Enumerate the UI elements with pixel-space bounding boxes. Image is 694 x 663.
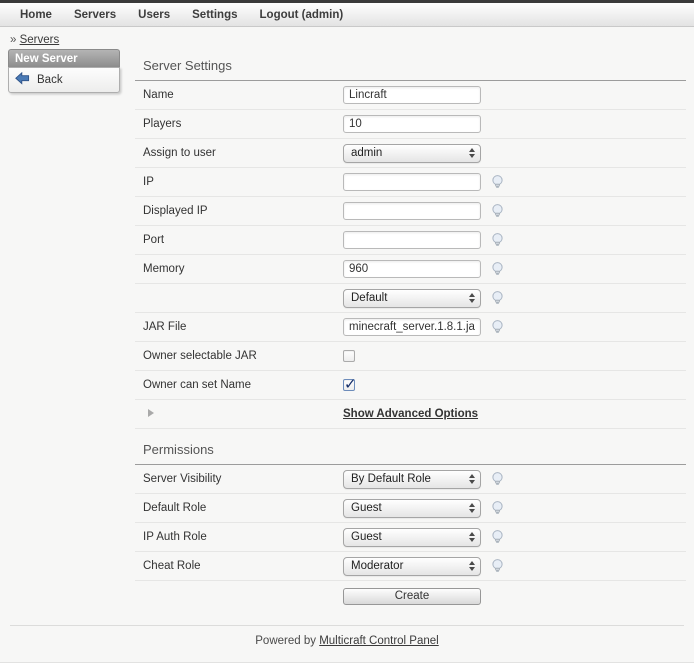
form-row-jar-file: JAR File (135, 313, 686, 342)
multicraft-link[interactable]: Multicraft Control Panel (319, 635, 439, 647)
field-label-ip: IP (143, 176, 343, 188)
players-input[interactable] (343, 115, 481, 133)
field-label-ip-auth-role: IP Auth Role (143, 531, 343, 543)
select-stepper-icon (469, 145, 475, 161)
form-row-jar-preset: Default (135, 284, 686, 313)
help-bulb-icon[interactable] (491, 472, 504, 486)
form-row-memory: Memory (135, 255, 686, 284)
form-row-ip: IP (135, 168, 686, 197)
default-role-select[interactable]: Guest (343, 499, 481, 518)
field-label-cheat-role: Cheat Role (143, 560, 343, 572)
select-stepper-icon (469, 290, 475, 306)
ip-auth-role-selected-value: Guest (351, 531, 382, 543)
form-row-displayed-ip: Displayed IP (135, 197, 686, 226)
breadcrumb-separator: » (10, 34, 16, 46)
owner-can-set-name-checkbox[interactable] (343, 379, 355, 391)
form-row-name: Name (135, 81, 686, 110)
help-bulb-icon[interactable] (491, 320, 504, 334)
displayed-ip-input[interactable] (343, 202, 481, 220)
jar-file-input[interactable] (343, 318, 481, 336)
field-label-displayed-ip: Displayed IP (143, 205, 343, 217)
help-bulb-icon[interactable] (491, 262, 504, 276)
field-label-server-visibility: Server Visibility (143, 473, 343, 485)
form-row-default-role: Default Role Guest (135, 494, 686, 523)
nav-item-home[interactable]: Home (9, 9, 63, 21)
form-row-ip-auth-role: IP Auth Role Guest (135, 523, 686, 552)
memory-input[interactable] (343, 260, 481, 278)
help-bulb-icon[interactable] (491, 501, 504, 515)
field-label-port: Port (143, 234, 343, 246)
field-label-players: Players (143, 118, 343, 130)
form-row-port: Port (135, 226, 686, 255)
default-role-selected-value: Guest (351, 502, 382, 514)
form-row-server-visibility: Server Visibility By Default Role (135, 465, 686, 494)
field-label-memory: Memory (143, 263, 343, 275)
field-label-default-role: Default Role (143, 502, 343, 514)
jar-preset-select[interactable]: Default (343, 289, 481, 308)
sidebar-title: New Server (8, 49, 120, 67)
form-row-assign-to-user: Assign to user admin (135, 139, 686, 168)
nav-item-settings[interactable]: Settings (181, 9, 248, 21)
server-visibility-select[interactable]: By Default Role (343, 470, 481, 489)
section-title-permissions: Permissions (143, 442, 686, 457)
owner-selectable-jar-checkbox[interactable] (343, 350, 355, 362)
form-row-advanced-options: Show Advanced Options (135, 400, 686, 429)
name-input[interactable] (343, 86, 481, 104)
footer: Powered by Multicraft Control Panel (0, 626, 694, 647)
port-input[interactable] (343, 231, 481, 249)
form-row-create: Create (135, 581, 686, 611)
collapsed-triangle-icon[interactable] (148, 409, 158, 417)
create-button[interactable]: Create (343, 588, 481, 605)
help-bulb-icon[interactable] (491, 559, 504, 573)
select-stepper-icon (469, 529, 475, 545)
jar-preset-selected-value: Default (351, 292, 387, 304)
cheat-role-select[interactable]: Moderator (343, 557, 481, 576)
sidebar-item-back[interactable]: Back (15, 71, 113, 89)
main-content: Server Settings Name Players Assign to u… (135, 49, 686, 611)
select-stepper-icon (469, 500, 475, 516)
form-row-players: Players (135, 110, 686, 139)
ip-auth-role-select[interactable]: Guest (343, 528, 481, 547)
select-stepper-icon (469, 558, 475, 574)
field-label-owner-can-set-name: Owner can set Name (143, 379, 343, 391)
sidebar: New Server Back (8, 49, 120, 93)
server-visibility-selected-value: By Default Role (351, 473, 431, 485)
field-label-name: Name (143, 89, 343, 101)
breadcrumb: » Servers (0, 27, 694, 49)
breadcrumb-link-servers[interactable]: Servers (20, 34, 60, 46)
help-bulb-icon[interactable] (491, 175, 504, 189)
field-label-assign-to-user: Assign to user (143, 147, 343, 159)
assign-to-user-select[interactable]: admin (343, 144, 481, 163)
nav-item-users[interactable]: Users (127, 9, 181, 21)
form-row-owner-can-set-name: Owner can set Name (135, 371, 686, 400)
assign-to-user-selected-value: admin (351, 147, 382, 159)
help-bulb-icon[interactable] (491, 204, 504, 218)
nav-item-logout[interactable]: Logout (admin) (249, 9, 355, 21)
help-bulb-icon[interactable] (491, 233, 504, 247)
back-arrow-icon (15, 72, 30, 88)
help-bulb-icon[interactable] (491, 291, 504, 305)
top-nav-bar: Home Servers Users Settings Logout (admi… (0, 0, 694, 27)
cheat-role-selected-value: Moderator (351, 560, 403, 572)
ip-input[interactable] (343, 173, 481, 191)
field-label-jar-file: JAR File (143, 321, 343, 333)
nav-item-servers[interactable]: Servers (63, 9, 127, 21)
show-advanced-options-link[interactable]: Show Advanced Options (343, 408, 478, 420)
help-bulb-icon[interactable] (491, 530, 504, 544)
section-title-server-settings: Server Settings (143, 58, 686, 73)
form-row-cheat-role: Cheat Role Moderator (135, 552, 686, 581)
advanced-options-label-cell (143, 408, 343, 420)
select-stepper-icon (469, 471, 475, 487)
powered-by-text: Powered by (255, 635, 316, 647)
back-label: Back (37, 74, 63, 86)
form-row-owner-selectable-jar: Owner selectable JAR (135, 342, 686, 371)
field-label-owner-selectable-jar: Owner selectable JAR (143, 350, 343, 362)
